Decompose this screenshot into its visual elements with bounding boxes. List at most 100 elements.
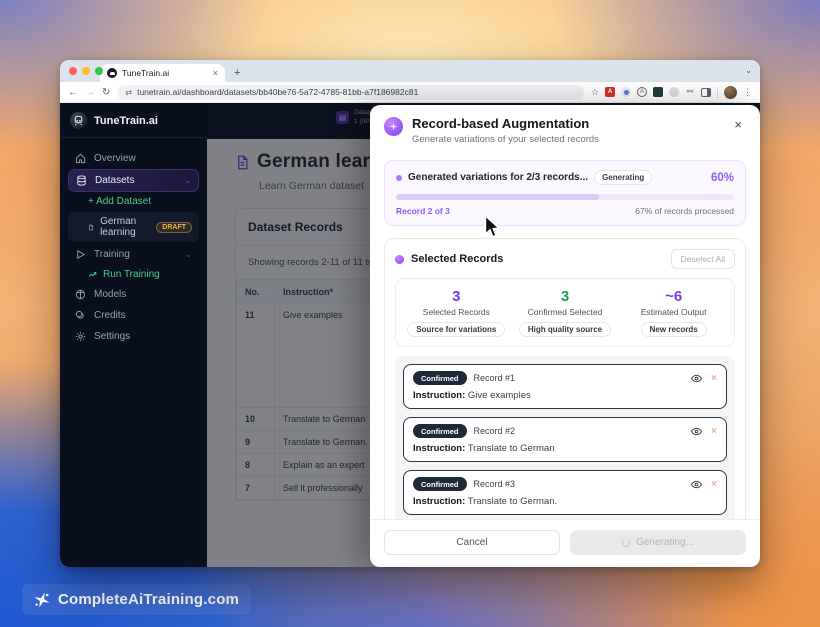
modal-body: Generated variations for 2/3 records... … (370, 154, 760, 519)
selected-records-list: Confirmed Record #1 × Instruction: Give … (395, 356, 735, 519)
watermark: CompleteAiTraining.com (22, 584, 251, 615)
record-name: Record #3 (474, 479, 516, 489)
sidebar-item-label: + Add Dataset (88, 196, 151, 207)
toolbar-divider (717, 87, 718, 98)
sidebar: TuneTrain.ai Overview Datasets ⌄ + Add D… (60, 103, 207, 567)
sidebar-item-models[interactable]: Models (68, 284, 199, 305)
tab-favicon (107, 68, 117, 78)
sidebar-item-german-learning[interactable]: German learning DRAFT (68, 212, 199, 242)
browser-menu-icon[interactable]: ⋮ (743, 87, 752, 98)
tab-search-chevron-icon[interactable]: ⌄ (745, 66, 752, 75)
stat-pill: High quality source (519, 322, 611, 337)
model-cube-icon (75, 289, 86, 300)
brand-row[interactable]: TuneTrain.ai (60, 103, 207, 138)
back-button[interactable]: ← (68, 87, 78, 98)
sidebar-nav: Overview Datasets ⌄ + Add Dataset German… (60, 138, 207, 357)
site-info-icon[interactable]: ⇄ (125, 88, 132, 97)
eye-icon[interactable] (691, 373, 702, 384)
progress-percent: 60% (711, 172, 734, 184)
stat-selected: 3 Selected Records Source for variations (402, 288, 511, 337)
home-icon (75, 153, 86, 164)
close-icon[interactable]: × (730, 116, 746, 133)
url-text: tunetrain.ai/dashboard/datasets/bb40be76… (137, 87, 418, 97)
tab-title: TuneTrain.ai (122, 68, 208, 78)
minimize-window-button[interactable] (82, 67, 90, 75)
sidebar-item-datasets[interactable]: Datasets ⌄ (68, 169, 199, 192)
browser-toolbar: ← → ↻ ⇄ tunetrain.ai/dashboard/datasets/… (60, 82, 760, 103)
eye-icon[interactable] (691, 426, 702, 437)
remove-record-icon[interactable]: × (711, 373, 717, 384)
bookmark-star-icon[interactable]: ☆ (591, 87, 599, 98)
profile-avatar[interactable] (724, 86, 737, 99)
dark-extension-icon[interactable] (653, 87, 663, 97)
circled-a-extension-icon[interactable]: A (637, 87, 647, 97)
url-bar[interactable]: ⇄ tunetrain.ai/dashboard/datasets/bb40be… (117, 85, 584, 100)
brand-name: TuneTrain.ai (94, 115, 158, 127)
remove-record-icon[interactable]: × (711, 426, 717, 437)
tab-close-icon[interactable]: × (213, 68, 218, 78)
traffic-lights (69, 67, 103, 75)
sidebar-item-add-dataset[interactable]: + Add Dataset (68, 192, 199, 211)
blue-dot-extension-icon[interactable] (621, 87, 631, 97)
sidebar-item-settings[interactable]: Settings (68, 326, 199, 347)
augmentation-icon (384, 117, 403, 136)
selected-records-section: Selected Records Deselect All 3 Selected… (384, 238, 746, 519)
reload-button[interactable]: ↻ (102, 87, 110, 98)
share-extension-icon[interactable]: ⚯ (685, 87, 695, 97)
close-window-button[interactable] (69, 67, 77, 75)
file-icon (88, 223, 94, 232)
generation-status-text: Generated variations for 2/3 records... (408, 172, 588, 183)
chevron-down-icon[interactable]: ⌄ (185, 250, 192, 259)
sidebar-item-label: Datasets (95, 175, 134, 186)
modal-title-block: Record-based Augmentation Generate varia… (412, 116, 599, 145)
forward-button[interactable]: → (85, 87, 95, 98)
sparkle-icon (34, 592, 50, 608)
coins-icon (75, 310, 86, 321)
progress-bar-fill (396, 194, 599, 200)
zoom-window-button[interactable] (95, 67, 103, 75)
sidebar-item-label: Training (94, 249, 130, 260)
remove-record-icon[interactable]: × (711, 479, 717, 490)
cancel-button[interactable]: Cancel (384, 530, 560, 555)
disabled-extension-icon[interactable] (669, 87, 679, 97)
stat-estimated: ~6 Estimated Output New records (619, 288, 728, 337)
train-logo-icon (70, 112, 87, 129)
browser-tab-strip: TuneTrain.ai × + ⌄ (60, 60, 760, 82)
sidebar-item-credits[interactable]: Credits (68, 305, 199, 326)
watermark-label: CompleteAiTraining.com (58, 591, 239, 608)
modal-header: Record-based Augmentation Generate varia… (370, 105, 760, 154)
pdf-extension-icon[interactable]: A (605, 87, 615, 97)
sidebar-item-label: German learning (100, 216, 150, 238)
desktop-wallpaper: CompleteAiTraining.com TuneTrain.ai × + … (0, 0, 820, 627)
sidebar-item-overview[interactable]: Overview (68, 148, 199, 169)
sidebar-item-label: Overview (94, 153, 136, 164)
gear-icon (75, 331, 86, 342)
record-name: Record #1 (474, 373, 516, 383)
sidebar-item-label: Run Training (103, 269, 160, 280)
selected-records-heading: Selected Records (411, 253, 503, 265)
browser-tab[interactable]: TuneTrain.ai × (100, 64, 225, 82)
sidebar-item-training[interactable]: Training ⌄ (68, 244, 199, 265)
chevron-down-icon[interactable]: ⌄ (184, 176, 191, 185)
side-panel-icon[interactable] (701, 88, 711, 97)
augmentation-modal: Record-based Augmentation Generate varia… (370, 105, 760, 567)
generating-button: Generating... (570, 530, 746, 555)
record-counter: Record 2 of 3 (396, 206, 450, 216)
new-tab-button[interactable]: + (234, 67, 240, 79)
app-content: TuneTrain.ai Overview Datasets ⌄ + Add D… (60, 103, 760, 567)
confirmed-badge: Confirmed (413, 371, 467, 385)
confirmed-badge: Confirmed (413, 424, 467, 438)
draft-badge: DRAFT (156, 222, 192, 233)
modal-title: Record-based Augmentation (412, 116, 599, 131)
generating-badge: Generating (594, 170, 652, 185)
record-name: Record #2 (474, 426, 516, 436)
sidebar-item-run-training[interactable]: Run Training (68, 265, 199, 284)
eye-icon[interactable] (691, 479, 702, 490)
status-dot (396, 175, 402, 181)
stat-confirmed: 3 Confirmed Selected High quality source (511, 288, 620, 337)
record-card: Confirmed Record #1 × Instruction: Give … (403, 364, 727, 409)
section-dot-icon (395, 255, 404, 264)
deselect-all-button[interactable]: Deselect All (671, 249, 735, 269)
database-icon (76, 175, 87, 186)
record-card: Confirmed Record #2 × Instruction: Trans… (403, 417, 727, 462)
